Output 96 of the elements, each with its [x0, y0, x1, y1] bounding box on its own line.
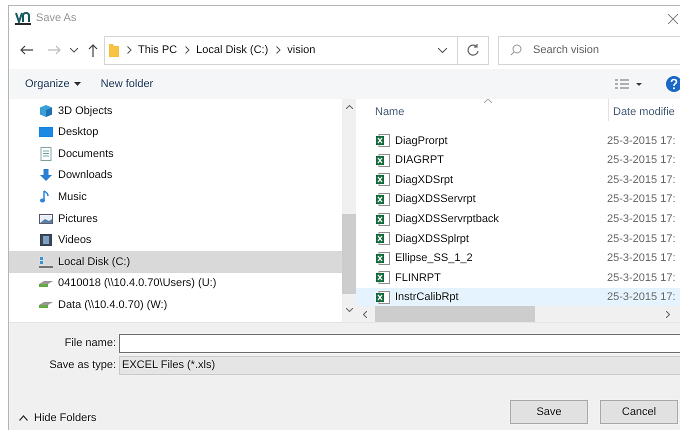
nav-item[interactable]: 3D Objects: [9, 100, 342, 122]
picture-icon: [39, 212, 53, 226]
spreadsheet-icon: [376, 212, 390, 226]
file-row[interactable]: DiagXDSSplrpt 25-3-2015 17:: [356, 228, 680, 249]
breadcrumb[interactable]: This PC: [138, 42, 178, 58]
file-name: DIAGRPT: [395, 153, 445, 168]
chevron-down-icon[interactable]: [70, 48, 78, 52]
search-icon: [510, 44, 522, 56]
file-name: DiagProrpt: [395, 134, 449, 149]
document-icon: [39, 146, 53, 161]
spreadsheet-icon: [376, 291, 390, 304]
file-row[interactable]: InstrCalibRpt 25-3-2015 17:: [356, 288, 680, 306]
file-name-field[interactable]: [119, 334, 680, 353]
file-date: 25-3-2015 17:: [607, 232, 676, 247]
hide-folders-button[interactable]: Hide Folders: [19, 410, 96, 426]
address-bar[interactable]: This PC Local Disk (C:) vision: [104, 36, 458, 64]
chevron-right-icon[interactable]: [276, 46, 282, 54]
file-name: DiagXDSServrpt: [395, 192, 477, 208]
chevron-up-icon: [19, 415, 28, 422]
scrollbar[interactable]: [342, 99, 356, 322]
dialog-button[interactable]: Cancel: [600, 400, 678, 424]
file-date: 25-3-2015 17:: [607, 153, 676, 168]
refresh-button[interactable]: [458, 36, 489, 64]
app-logo-icon: [15, 12, 31, 25]
back-arrow-icon[interactable]: [20, 45, 33, 55]
refresh-icon: [467, 44, 479, 56]
nav-item[interactable]: 0410018 (\\10.4.0.70\Users) (U:): [9, 272, 342, 294]
column-header[interactable]: Name: [356, 99, 608, 121]
help-icon[interactable]: [666, 76, 680, 92]
file-row[interactable]: DiagXDSServrpt 25-3-2015 17:: [356, 190, 680, 210]
file-date: 25-3-2015 17:: [607, 192, 676, 208]
scrollbar-thumb[interactable]: [375, 306, 535, 322]
file-date: 25-3-2015 17:: [607, 251, 676, 266]
nav-item[interactable]: Music: [9, 186, 342, 208]
file-date: 25-3-2015 17:: [607, 212, 676, 227]
file-row[interactable]: FLINRPT 25-3-2015 17:: [356, 268, 680, 288]
file-name: DiagXDSSplrpt: [395, 232, 470, 247]
file-name: DiagXDSServrptback: [395, 212, 500, 227]
folder-icon: [109, 43, 119, 57]
nav-item[interactable]: Videos: [9, 230, 342, 252]
cube-icon: [39, 104, 53, 118]
file-row[interactable]: DIAGRPT 25-3-2015 17:: [356, 150, 680, 170]
search-field[interactable]: Search vision: [498, 36, 680, 64]
spreadsheet-icon: [376, 271, 390, 284]
drive-icon: [39, 254, 53, 269]
nav-item[interactable]: Local Disk (C:): [9, 251, 342, 273]
nav-item[interactable]: Desktop: [9, 122, 342, 144]
nav-item[interactable]: Data (\\10.4.0.70) (W:): [9, 294, 342, 316]
file-date: 25-3-2015 17:: [607, 172, 676, 188]
file-date: 25-3-2015 17:: [607, 290, 676, 306]
nav-item[interactable]: Pictures: [9, 208, 342, 230]
spreadsheet-icon: [376, 173, 390, 186]
file-name: DiagXDSrpt: [395, 172, 454, 188]
dialog-button[interactable]: Save: [510, 400, 588, 424]
file-name: FLINRPT: [395, 270, 442, 286]
scroll-right-icon[interactable]: [666, 310, 670, 318]
monitor-icon: [39, 125, 53, 140]
chevron-right-icon[interactable]: [127, 46, 132, 54]
file-row[interactable]: DiagXDSServrptback 25-3-2015 17:: [356, 209, 680, 229]
file-date: 25-3-2015 17:: [607, 134, 676, 149]
file-row[interactable]: Ellipse_SS_1_2 25-3-2015 17:: [356, 248, 680, 268]
network-drive-icon: [39, 280, 53, 287]
file-name: Ellipse_SS_1_2: [395, 251, 474, 266]
save-type-label: Save as type:: [48, 358, 117, 374]
film-icon: [39, 233, 53, 248]
scroll-left-icon[interactable]: [363, 310, 367, 318]
nav-item[interactable]: Documents: [9, 143, 342, 165]
download-arrow-icon: [39, 168, 53, 183]
breadcrumb[interactable]: vision: [287, 42, 316, 58]
scroll-up-icon[interactable]: [346, 105, 352, 109]
file-name: InstrCalibRpt: [395, 290, 460, 306]
spreadsheet-icon: [376, 154, 390, 167]
view-options-icon[interactable]: [615, 79, 643, 89]
nav-item[interactable]: Downloads: [9, 164, 342, 186]
file-date: 25-3-2015 17:: [607, 270, 676, 286]
network-drive-icon: [39, 302, 53, 308]
caret-down-icon: [74, 82, 81, 86]
window-title: Save As: [36, 11, 76, 26]
file-row[interactable]: DiagXDSrpt 25-3-2015 17:: [356, 170, 680, 190]
spreadsheet-icon: [376, 134, 390, 148]
up-arrow-icon[interactable]: [88, 44, 98, 56]
breadcrumb[interactable]: Local Disk (C:): [196, 42, 268, 58]
spreadsheet-icon: [376, 193, 390, 206]
file-name-label: File name:: [64, 336, 117, 352]
chevron-down-icon[interactable]: [438, 48, 447, 52]
close-icon[interactable]: [668, 14, 678, 24]
column-header[interactable]: Date modifie: [608, 99, 680, 121]
organize-menu-button[interactable]: Organize: [25, 76, 81, 92]
spreadsheet-icon: [376, 232, 390, 246]
file-row[interactable]: DiagProrpt 25-3-2015 17:: [356, 131, 680, 151]
scrollbar-thumb[interactable]: [342, 214, 356, 294]
new-folder-button[interactable]: New folder: [100, 76, 154, 92]
chevron-right-icon[interactable]: [185, 46, 190, 54]
spreadsheet-icon: [376, 252, 390, 265]
save-type-dropdown[interactable]: EXCEL Files (*.xls): [119, 356, 680, 375]
scroll-down-icon[interactable]: [346, 308, 352, 312]
